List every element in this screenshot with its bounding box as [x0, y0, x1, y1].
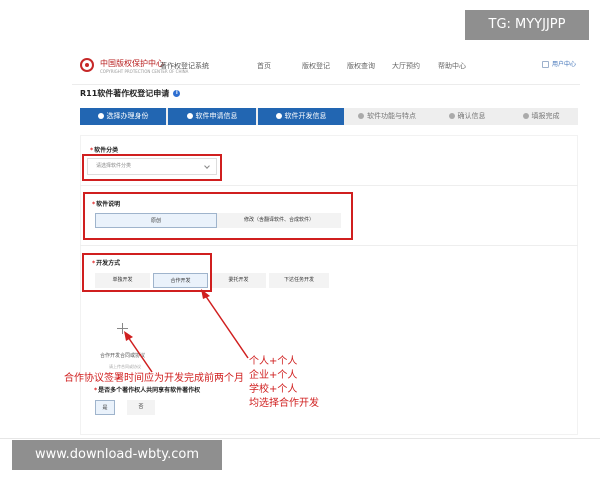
annotation-left: 合作协议签署时间应为开发完成前两个月	[64, 373, 244, 384]
annotation-right-line: 企业+个人	[249, 370, 298, 381]
annotation-right-line: 学校+个人	[249, 384, 298, 395]
arrow-head-upload	[124, 331, 133, 341]
arrow-head-cooperative	[201, 289, 210, 299]
arrow-to-upload	[127, 336, 153, 373]
arrow-to-cooperative	[204, 294, 249, 359]
watermark-bottom: www.download-wbty.com	[12, 440, 222, 470]
annotation-right-line: 均选择合作开发	[249, 398, 319, 409]
screenshot-root: 中国版权保护中心 COPYRIGHT PROTECTION CENTER OF …	[0, 0, 600, 480]
annotation-right-line: 个人+个人	[249, 356, 298, 367]
watermark-top: TG: MYYJJPP	[465, 10, 589, 40]
